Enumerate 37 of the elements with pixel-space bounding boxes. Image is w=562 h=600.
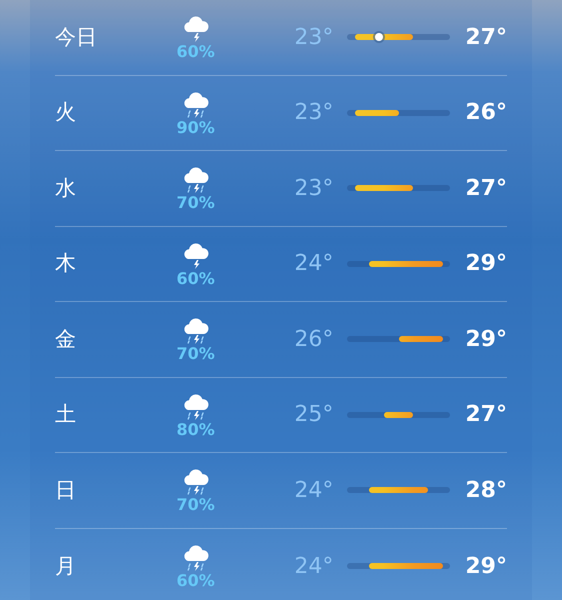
temperature-range-bar <box>398 336 443 342</box>
low-temperature: 25° <box>293 401 334 430</box>
day-label: 火 <box>55 99 77 126</box>
low-temperature: 23° <box>293 24 334 52</box>
day-label: 土 <box>55 401 77 428</box>
precipitation-chance: 60% <box>176 270 215 288</box>
precipitation-chance: 70% <box>176 496 215 514</box>
precipitation-chance: 60% <box>176 43 215 62</box>
temperature-range-bar <box>384 412 414 418</box>
high-temperature: 29° <box>464 326 507 354</box>
high-temperature: 26° <box>464 99 507 128</box>
day-label: 水 <box>55 174 77 202</box>
low-temperature: 24° <box>293 476 334 505</box>
day-label: 今日 <box>55 24 98 50</box>
precipitation-chance: 90% <box>176 118 215 137</box>
day-label: 月 <box>55 552 77 580</box>
precipitation-chance: 70% <box>176 194 215 212</box>
low-temperature: 24° <box>293 552 334 581</box>
low-temperature: 23° <box>293 99 334 128</box>
temperature-range-bar <box>354 185 414 192</box>
high-temperature: 29° <box>464 552 507 581</box>
precipitation-chance: 60% <box>176 572 215 590</box>
high-temperature: 27° <box>464 174 507 203</box>
low-temperature: 24° <box>293 250 334 278</box>
day-label: 木 <box>55 250 77 277</box>
high-temperature: 29° <box>464 250 507 278</box>
precipitation-chance: 70% <box>176 345 215 364</box>
low-temperature: 26° <box>293 326 334 354</box>
high-temperature: 27° <box>464 24 507 52</box>
high-temperature: 27° <box>464 401 507 430</box>
low-temperature: 23° <box>293 174 334 203</box>
day-label: 日 <box>55 476 77 504</box>
precipitation-chance: 80% <box>176 420 215 439</box>
high-temperature: 28° <box>464 476 507 505</box>
temperature-range-bar <box>354 110 399 116</box>
temperature-range-bar <box>369 487 428 494</box>
day-label: 金 <box>55 326 77 352</box>
